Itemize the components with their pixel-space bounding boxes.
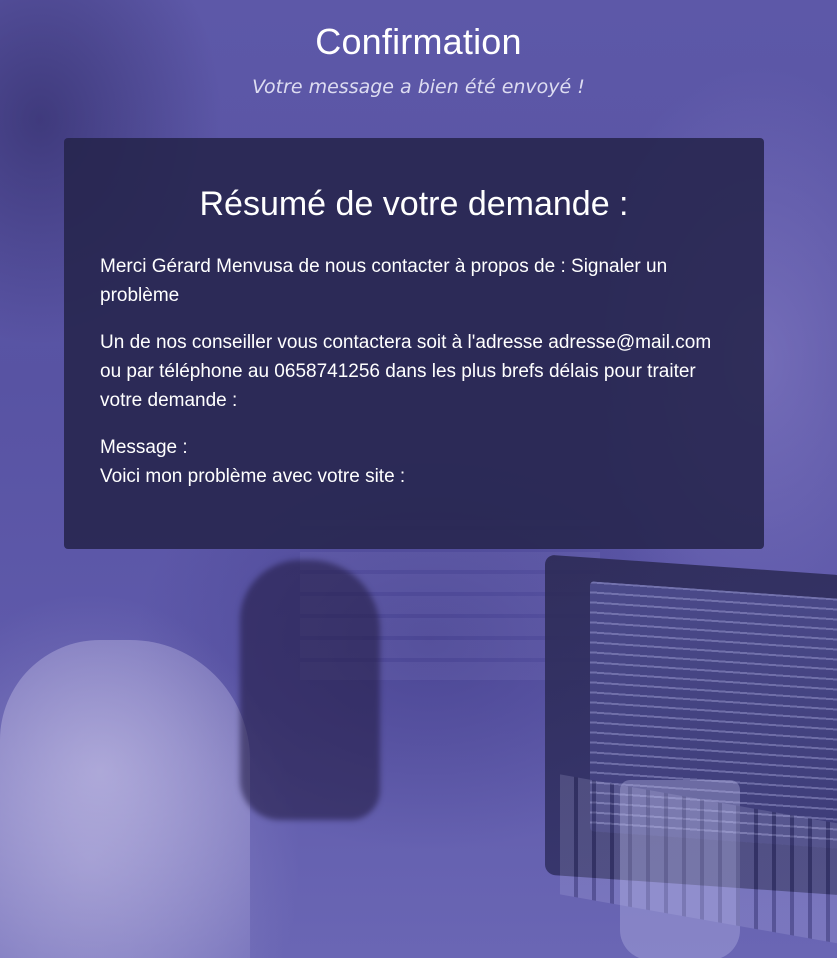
message-text: Voici mon problème avec votre site : bbox=[100, 466, 406, 487]
page-header: Confirmation Votre message a bien été en… bbox=[0, 18, 837, 100]
summary-heading: Résumé de votre demande : bbox=[199, 185, 629, 223]
summary-card: Résumé de votre demande : Merci Gérard M… bbox=[64, 138, 764, 549]
page-title: Confirmation bbox=[315, 21, 522, 62]
page-subtitle: Votre message a bien été envoyé ! bbox=[252, 76, 585, 98]
background-person bbox=[0, 640, 250, 958]
thanks-text: Merci Gérard Menvusa de nous contacter à… bbox=[100, 256, 668, 306]
message-label: Message : bbox=[100, 437, 188, 458]
message-block: Message : Voici mon problème avec votre … bbox=[100, 433, 728, 491]
background-person-hair bbox=[240, 560, 380, 820]
contact-info-text: Un de nos conseiller vous contactera soi… bbox=[100, 332, 712, 411]
background-glass bbox=[620, 780, 740, 958]
